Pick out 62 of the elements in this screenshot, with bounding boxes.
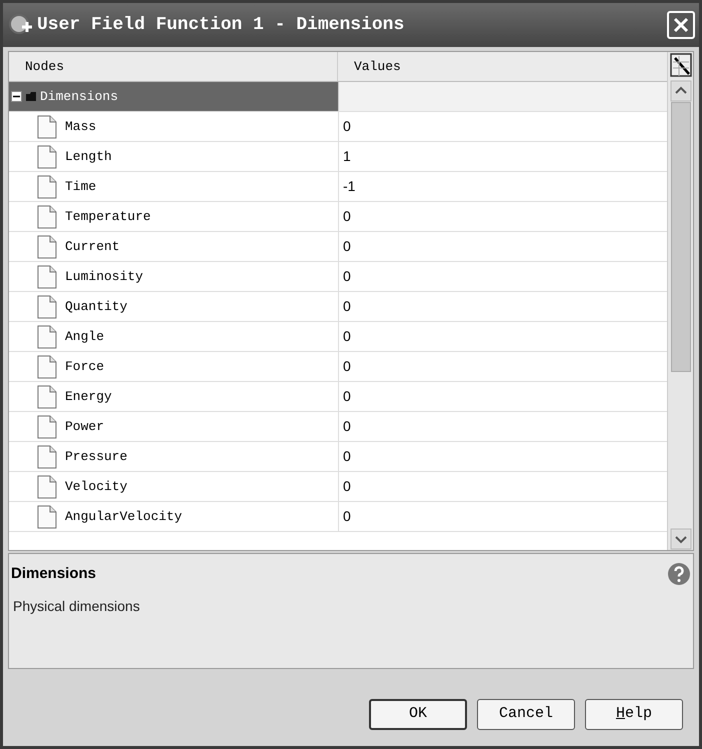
node-label[interactable]: Current (65, 236, 120, 256)
scroll-up-icon[interactable] (670, 80, 692, 102)
tree-settings-icon[interactable] (668, 52, 692, 78)
scroll-thumb[interactable] (670, 102, 690, 372)
value-cell[interactable]: 0 (343, 266, 351, 287)
dialog-button[interactable]: Cancel (477, 699, 575, 730)
value-cell[interactable]: 0 (343, 446, 351, 467)
collapse-icon[interactable] (11, 91, 22, 102)
node-label[interactable]: Angle (65, 326, 104, 346)
node-label[interactable]: Quantity (65, 296, 128, 316)
node-label: Dimensions (40, 88, 118, 106)
document-icon (37, 474, 57, 498)
column-header[interactable]: Values (338, 52, 667, 81)
dialog-button[interactable]: OK (369, 699, 467, 730)
document-icon (37, 264, 57, 288)
document-icon (37, 294, 57, 318)
node-label[interactable]: Velocity (65, 476, 128, 496)
node-label[interactable]: Luminosity (65, 266, 144, 286)
node-label[interactable]: Power (65, 416, 104, 436)
node-label[interactable]: Force (65, 356, 104, 376)
value-cell[interactable]: -1 (343, 176, 356, 197)
document-icon (37, 384, 57, 408)
value-cell[interactable]: 0 (343, 386, 351, 407)
document-icon (37, 504, 57, 528)
scroll-down-icon[interactable] (670, 528, 692, 550)
node-label[interactable]: Length (65, 146, 112, 166)
node-label[interactable]: AngularVelocity (65, 506, 182, 526)
document-icon (37, 414, 57, 438)
scrollbar[interactable] (670, 80, 692, 550)
document-icon (37, 144, 57, 168)
close-button[interactable] (667, 11, 695, 39)
value-cell[interactable]: 0 (343, 206, 351, 227)
tree-node[interactable]: Dimensions (9, 82, 338, 111)
value-cell[interactable]: 0 (343, 236, 351, 257)
value-cell[interactable]: 0 (343, 356, 351, 377)
help-icon[interactable] (667, 562, 691, 586)
value-cell[interactable]: 0 (343, 416, 351, 437)
document-icon (37, 444, 57, 468)
node-label[interactable]: Temperature (65, 206, 151, 226)
close-icon (673, 17, 689, 33)
document-icon (37, 174, 57, 198)
value-cell[interactable]: 1 (343, 146, 351, 167)
document-icon (37, 204, 57, 228)
dialog-button[interactable]: Help (585, 699, 683, 730)
folder-icon (25, 91, 37, 102)
description-text: Physical dimensions (12, 597, 141, 616)
node-label[interactable]: Time (65, 176, 96, 196)
node-label[interactable]: Energy (65, 386, 112, 406)
document-icon (37, 354, 57, 378)
value-cell[interactable]: 0 (343, 296, 351, 317)
window-title: User Field Function 1 - Dimensions (37, 14, 406, 36)
value-cell[interactable]: 0 (343, 506, 351, 527)
document-icon (37, 234, 57, 258)
node-label[interactable]: Mass (65, 116, 96, 136)
document-icon (37, 114, 57, 138)
value-cell[interactable]: 0 (343, 326, 351, 347)
value-cell[interactable]: 0 (343, 476, 351, 497)
description-title: Dimensions (11, 564, 96, 584)
column-header[interactable]: Nodes (9, 52, 338, 81)
value-cell[interactable]: 0 (343, 116, 351, 137)
node-label[interactable]: Pressure (65, 446, 128, 466)
document-icon (37, 324, 57, 348)
